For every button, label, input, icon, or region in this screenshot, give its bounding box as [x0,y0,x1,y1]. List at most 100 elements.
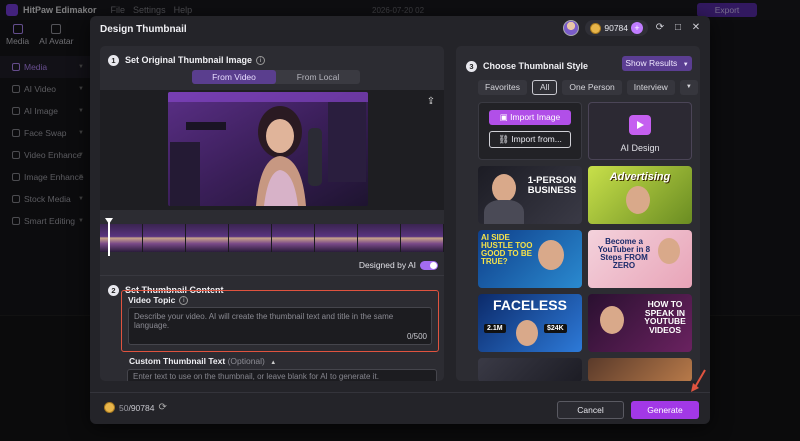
thumbnail-style-card[interactable]: Advertising [588,166,692,224]
section-divider [100,275,444,276]
image-icon: ▣ [499,112,511,122]
video-topic-label: Video Topic i [128,295,438,305]
video-filmstrip[interactable] [100,224,444,252]
thumbnail-title: FACELESS [493,297,567,313]
collapse-caret-icon[interactable]: ▲ [270,360,276,366]
upload-icon[interactable]: ⇪ [424,96,438,110]
step-number: 1 [108,54,119,66]
import-image-button[interactable]: ▣ Import Image [489,110,571,125]
filter-one-person[interactable]: One Person [562,80,622,95]
thumbnail-style-card[interactable]: FACELESS 2.1M $24K [478,294,582,352]
credit-count: 90784 [604,23,628,33]
source-toggle: From Video From Local [192,70,360,84]
import-tile: ▣ Import Image ⛓ Import from... [478,102,582,160]
section3-title: Choose Thumbnail Style [483,61,589,71]
info-icon[interactable]: i [256,55,266,65]
custom-text-label[interactable]: Custom Thumbnail Text (Optional) ▲ [129,356,276,366]
more-filters-icon[interactable]: ▼ [679,80,698,95]
frame-thumbnail[interactable] [272,224,315,252]
designed-by-ai: Designed by AI [359,260,438,270]
coin-icon [590,22,602,34]
thumbnail-style-card[interactable]: 1-PERSON BUSINESS [478,166,582,224]
filter-favorites[interactable]: Favorites [478,80,527,95]
tab-from-video[interactable]: From Video [192,70,276,84]
credit-balance: 90784 + [585,20,648,36]
thumbnail-style-card[interactable]: Become a YouTuber in 8 Steps FROM ZERO [588,230,692,288]
character-counter: 0/500 [406,332,427,341]
designed-by-ai-toggle[interactable] [420,260,438,270]
person-body [484,200,524,224]
dialog-header: Design Thumbnail 90784 + ⟳ □ ✕ [90,16,710,42]
person-image [658,238,680,264]
thumbnail-title: Advertising [609,171,671,183]
frame-thumbnail[interactable] [401,224,444,252]
thumbnail-title: 1-PERSON BUSINESS [527,175,577,196]
import-from-button[interactable]: ⛓ Import from... [489,131,571,148]
section1-title: Set Original Thumbnail Image [125,55,253,65]
credits-total: /90784 [128,402,155,413]
step-number: 3 [466,60,477,72]
refresh-icon[interactable]: ⟳ [158,402,166,413]
thumbnail-style-grid: ▣ Import Image ⛓ Import from... AI Desig… [478,102,692,381]
filter-all[interactable]: All [531,80,558,95]
custom-thumbnail-text-input[interactable]: Enter text to use on the thumbnail, or l… [127,369,437,381]
thumbnail-title: HOW TO SPEAK IN YOUTUBE VIDEOS [644,299,686,335]
person-image [516,320,538,346]
link-icon: ⛓ [498,134,512,144]
video-topic-box: Video Topic i Describe your video. AI wi… [121,290,439,352]
close-icon[interactable]: ✕ [690,22,702,34]
thumbnail-title: Become a YouTuber in 8 Steps FROM ZERO [597,237,651,270]
frame-thumbnail[interactable] [229,224,272,252]
thumbnail-style-card[interactable]: HOW TO SPEAK IN YOUTUBE VIDEOS [588,294,692,352]
video-topic-input[interactable]: Describe your video. AI will create the … [128,307,432,345]
filter-interview[interactable]: Interview [626,80,675,95]
preview-area: ⇪ [100,90,444,210]
section1-header: 1 Set Original Thumbnail Image i [108,52,266,68]
ai-design-icon [629,115,651,135]
stat-badge: 2.1M [484,324,506,333]
person-image [600,306,624,334]
add-credits-icon[interactable]: + [631,22,643,34]
dropdown-caret-icon: ▼ [682,62,689,68]
style-filter-tabs: Favorites All One Person Interview ▼ [478,80,698,95]
tab-from-local[interactable]: From Local [276,70,360,84]
annotation-arrow-icon [691,369,706,392]
thumbnail-title: AI SIDE HUSTLE TOO GOOD TO BE TRUE? [481,233,533,266]
thumbnail-style-card[interactable] [588,358,692,381]
playhead[interactable] [108,220,110,256]
frame-thumbnail[interactable] [100,224,143,252]
design-thumbnail-dialog: Design Thumbnail 90784 + ⟳ □ ✕ 1 Set Ori… [90,16,710,424]
show-results-dropdown[interactable]: Show Results ▼ [622,56,692,71]
video-preview [168,92,368,206]
original-image-panel: 1 Set Original Thumbnail Image i From Vi… [100,46,444,381]
thumbnail-style-panel: 3 Choose Thumbnail Style Show Results ▼ … [456,46,700,381]
editor-app: HitPaw Edimakor File Settings Help 2026-… [0,0,800,441]
dialog-title: Design Thumbnail [100,23,187,35]
ai-design-tile[interactable]: AI Design [588,102,692,160]
frame-thumbnail[interactable] [358,224,401,252]
optional-tag: (Optional) [227,356,265,366]
user-avatar[interactable] [563,20,580,36]
frame-thumbnail[interactable] [315,224,358,252]
frame-thumbnail[interactable] [143,224,186,252]
person-image [538,240,564,270]
footer-credits: 50/90784 ⟳ [104,402,167,413]
thumbnail-style-card[interactable] [478,358,582,381]
maximize-icon[interactable]: □ [672,22,684,34]
designed-by-label: Designed by AI [358,260,416,270]
section3-header: 3 Choose Thumbnail Style [466,58,588,74]
generate-button[interactable]: Generate [631,401,699,419]
info-icon[interactable]: i [179,295,189,305]
custom-text-placeholder: Enter text to use on the thumbnail, or l… [133,372,379,381]
thumbnail-style-card[interactable]: AI SIDE HUSTLE TOO GOOD TO BE TRUE? [478,230,582,288]
step-number: 2 [108,284,119,296]
frame-thumbnail[interactable] [186,224,229,252]
person-image [626,186,650,214]
cancel-button[interactable]: Cancel [557,401,624,419]
person-image [492,174,516,202]
video-frame-image [168,92,368,206]
video-topic-placeholder: Describe your video. AI will create the … [134,312,394,330]
coin-icon [104,402,115,413]
stat-badge: $24K [544,324,567,333]
refresh-icon[interactable]: ⟳ [654,22,666,34]
